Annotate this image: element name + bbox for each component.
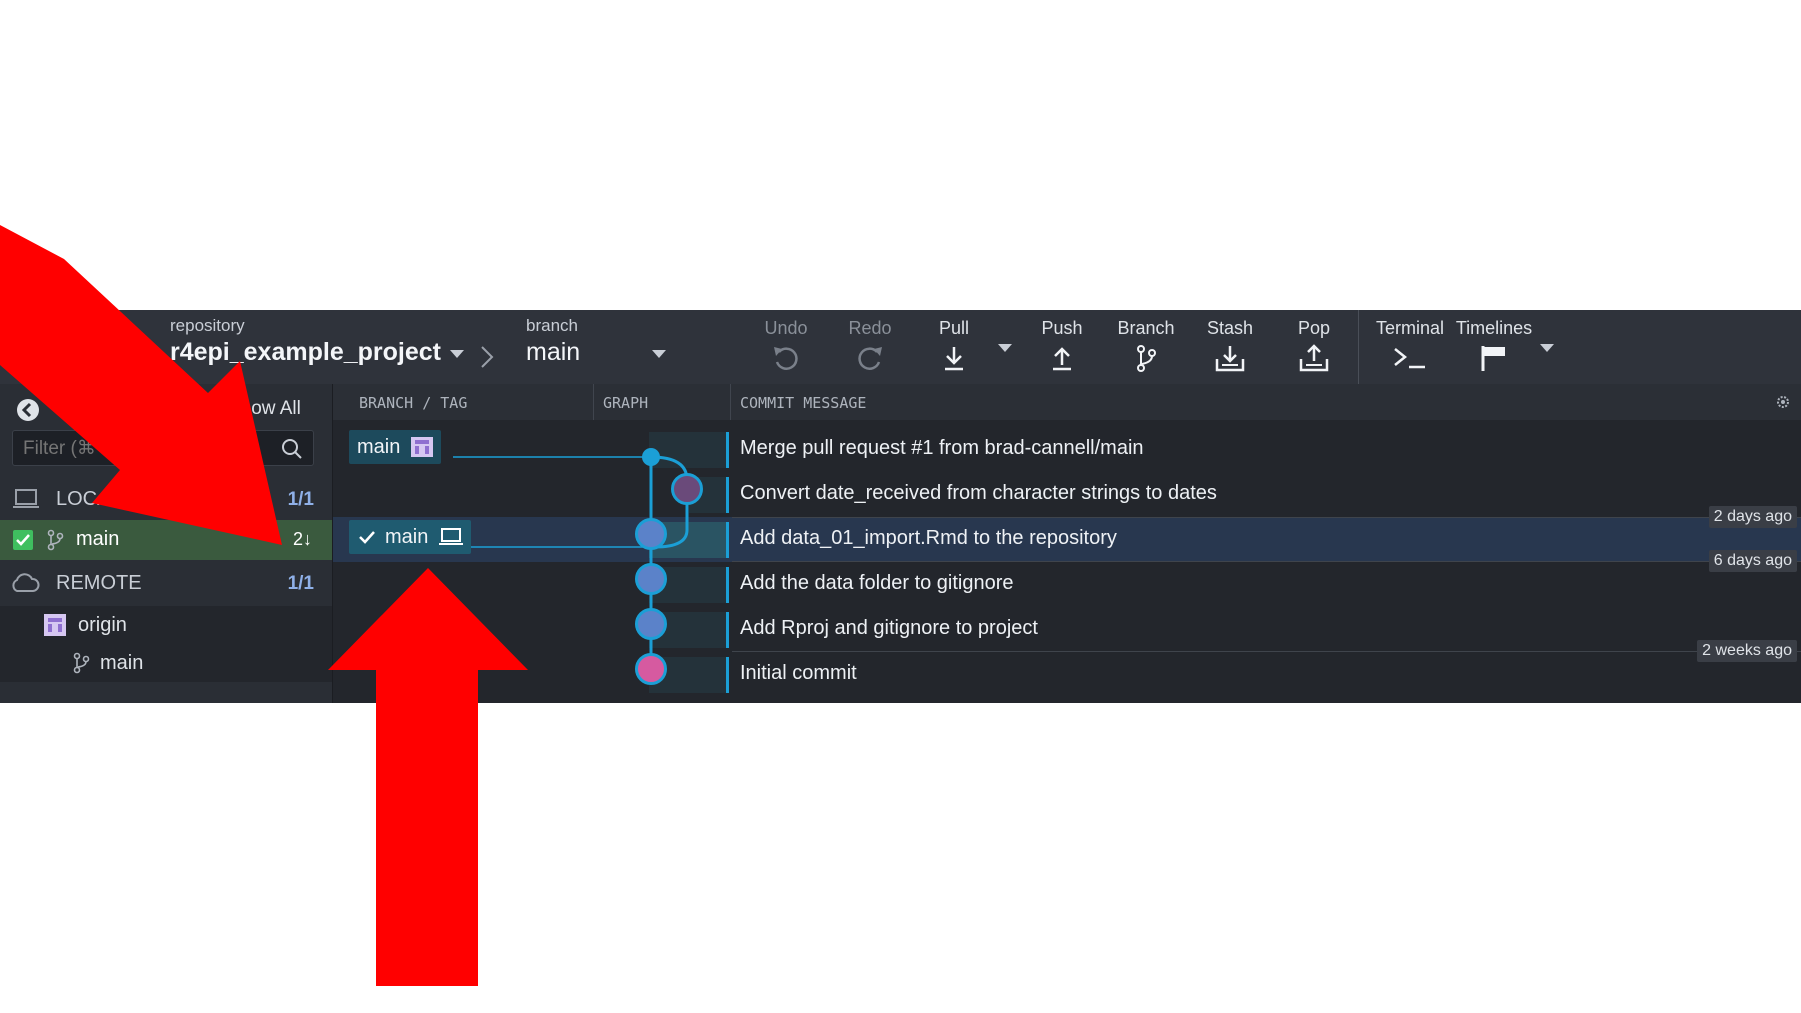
stash-icon [1215,346,1245,372]
push-up-arrow-icon [1053,347,1071,371]
remote-origin-label: origin [78,614,127,636]
redo-button[interactable]: Redo [828,310,912,384]
remote-branch-main[interactable]: main [0,644,332,682]
branch-tag-label: main [357,436,401,458]
terminal-button[interactable]: Terminal [1366,310,1454,384]
local-count: 1/1 [287,489,314,510]
remote-origin[interactable]: origin [0,606,332,644]
timelines-caret-icon[interactable] [1540,344,1554,354]
branch-tag-main-local[interactable]: main [349,520,471,554]
date-divider [732,561,1801,562]
breadcrumb-chevron-icon [481,346,494,368]
branch-icon [73,652,90,674]
author-avatar-icon[interactable] [671,473,703,505]
pop-button[interactable]: Pop [1272,310,1356,384]
author-avatar-icon[interactable] [635,518,667,550]
undo-icon [774,347,798,370]
remote-avatar-icon [411,437,433,457]
push-label: Push [1041,318,1083,338]
pull-down-arrow-icon [945,347,963,371]
timelines-flag-icon [1481,346,1505,371]
branch-icon [1137,345,1156,372]
pull-label: Pull [938,318,969,338]
redo-icon [858,347,882,370]
remote-branch-label: main [100,652,144,674]
stash-button[interactable]: Stash [1188,310,1272,384]
terminal-icon [1394,348,1425,369]
push-button[interactable]: Push [1020,310,1104,384]
branch-tag-main-remote[interactable]: main [349,430,441,464]
date-divider [732,651,1801,652]
behind-count-badge: 2↓ [292,529,312,549]
chevron-down-icon [450,350,464,358]
commit-message: Add data_01_import.Rmd to the repository [740,527,1117,549]
timelines-button[interactable]: Timelines [1452,310,1536,384]
timelines-label: Timelines [1455,318,1533,338]
author-avatar-icon[interactable] [635,608,667,640]
pull-button[interactable]: Pull [912,310,996,384]
commit-message: Merge pull request #1 from brad-cannell/… [740,437,1144,459]
time-badge: 6 days ago [1708,550,1797,572]
commit-message: Add Rproj and gitignore to project [740,617,1038,639]
branch-name: main [526,338,581,366]
annotation-arrow-diagonal [0,225,282,545]
remote-label: REMOTE [56,572,142,594]
branch-caption: branch [526,316,578,335]
gear-icon[interactable] [1775,394,1791,410]
remote-count: 1/1 [287,573,314,594]
pull-options-caret-icon[interactable] [998,344,1012,354]
branch-tag-column-header[interactable]: BRANCH / TAG [359,394,467,412]
commit-message: Initial commit [740,662,857,684]
undo-button[interactable]: Undo [744,310,828,384]
pop-label: Pop [1297,318,1331,338]
branch-label: Branch [1117,318,1175,338]
laptop-icon [439,528,463,545]
time-badge: 2 days ago [1708,506,1797,528]
remote-avatar-icon [44,614,66,636]
branch-selector[interactable]: main [526,338,671,374]
commit-message-column-header[interactable]: COMMIT MESSAGE [740,394,866,412]
author-avatar-icon[interactable] [635,653,667,685]
pop-icon [1299,344,1329,372]
graph-column-header-label[interactable]: GRAPH [603,394,648,412]
branch-button[interactable]: Branch [1104,310,1188,384]
chevron-down-icon [652,350,666,358]
time-badge: 2 weeks ago [1697,640,1797,662]
commit-message: Convert date_received from character str… [740,482,1217,504]
checkmark-icon [359,531,375,544]
author-avatar-icon[interactable] [635,563,667,595]
graph-column-header: BRANCH / TAG GRAPH COMMIT MESSAGE [333,384,1801,420]
toolbar-separator [1358,310,1359,384]
commit-message: Add the data folder to gitignore [740,572,1014,594]
annotation-arrow-up [328,568,528,986]
remote-section-header[interactable]: REMOTE 1/1 [0,562,332,604]
stash-label: Stash [1206,318,1254,338]
cloud-icon [12,573,40,592]
undo-label: Undo [764,318,808,338]
date-divider [732,517,1801,518]
terminal-label: Terminal [1375,318,1445,338]
branch-tag-label: main [385,526,429,548]
redo-label: Redo [848,318,892,338]
column-separator[interactable] [730,384,731,420]
column-separator[interactable] [593,384,594,420]
